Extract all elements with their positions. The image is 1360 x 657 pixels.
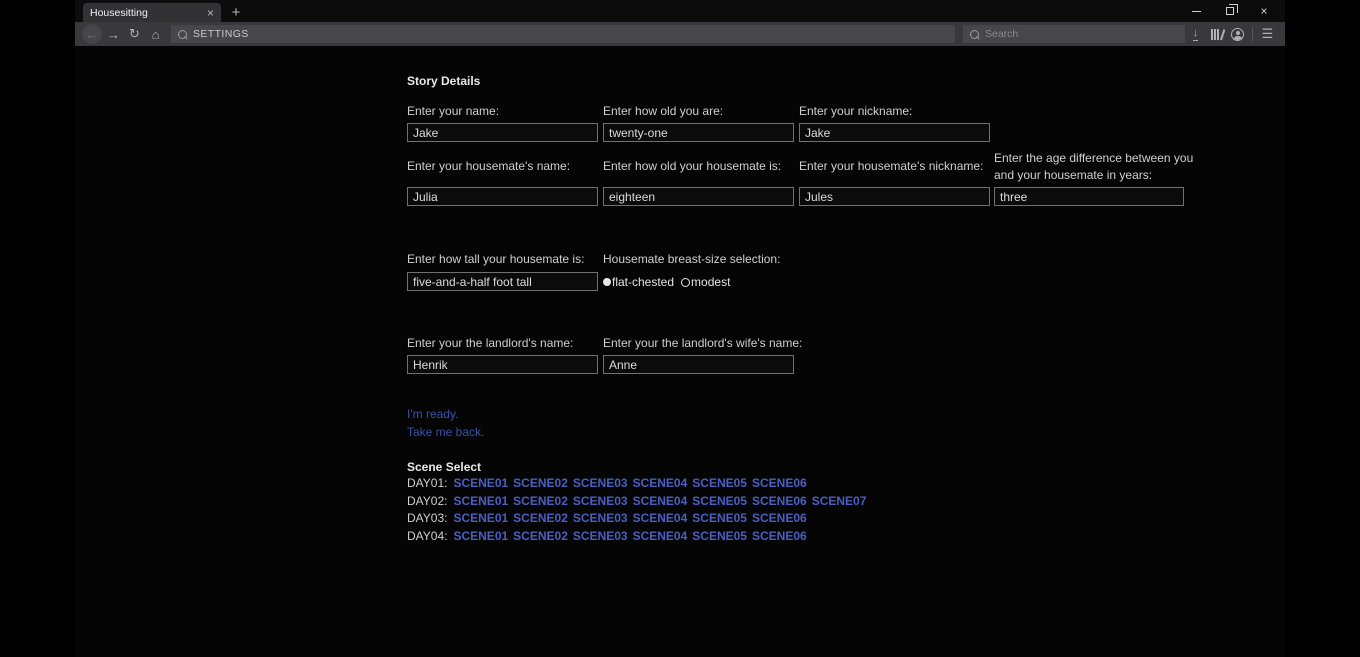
library-button[interactable] [1206,24,1227,44]
day-label: DAY03: [407,511,447,525]
name-label: Enter your name: [407,104,499,118]
library-icon [1211,29,1222,40]
browser-window: Housesitting × + × ← → ↻ ⌂ SETTINGS Sear… [75,0,1285,657]
housemate-name-label: Enter your housemate's name: [407,159,570,173]
age-input[interactable] [603,123,794,142]
restore-button[interactable] [1213,0,1247,22]
scene-row: DAY03: SCENE01 SCENE02 SCENE03 SCENE04 SCENE0… [407,509,871,527]
scene-link-day04-scene01[interactable]: SCENE01 [453,529,508,543]
search-icon [178,30,187,39]
scene-link-day02-scene04[interactable]: SCENE04 [633,494,688,508]
url-bar[interactable]: SETTINGS [171,25,955,43]
age-difference-label: Enter the age difference between you and… [994,150,1194,184]
day-label: DAY04: [407,529,447,543]
radio-option-flat-chested[interactable]: flat-chested [603,275,674,289]
scene-link-day03-scene01[interactable]: SCENE01 [453,511,508,525]
restore-icon [1226,7,1234,15]
close-button[interactable]: × [1247,0,1281,22]
tab-title: Housesitting [90,7,203,19]
im-ready-link[interactable]: I'm ready. [407,407,458,421]
breast-size-radio-group: flat-chested modest [603,275,737,289]
account-icon [1231,28,1244,41]
tab-close-icon[interactable]: × [203,7,214,19]
radio-unselected-icon[interactable] [681,278,690,287]
radio-option-modest[interactable]: modest [681,275,730,289]
landlord-wife-name-label: Enter your the landlord's wife's name: [603,336,802,350]
scene-row: DAY02: SCENE01 SCENE02 SCENE03 SCENE04 SCENE0… [407,492,871,510]
account-button[interactable] [1227,24,1248,44]
housemate-nickname-label: Enter your housemate's nickname: [799,159,983,173]
housemate-age-label: Enter how old your housemate is: [603,159,781,173]
scene-link-day04-scene02[interactable]: SCENE02 [513,529,568,543]
tab-bar: Housesitting × + × [75,0,1285,22]
scene-row: DAY01: SCENE01 SCENE02 SCENE03 SCENE04 SCENE0… [407,474,871,492]
landlord-name-label: Enter your the landlord's name: [407,336,573,350]
housemate-height-label: Enter how tall your housemate is: [407,252,584,266]
scene-link-day03-scene02[interactable]: SCENE02 [513,511,568,525]
age-label: Enter how old you are: [603,104,723,118]
scene-link-day04-scene06[interactable]: SCENE06 [752,529,807,543]
scene-link-day01-scene05[interactable]: SCENE05 [692,476,747,490]
minimize-button[interactable] [1179,0,1213,22]
scene-link-day04-scene03[interactable]: SCENE03 [573,529,628,543]
radio-selected-icon[interactable] [603,278,611,286]
navigation-toolbar: ← → ↻ ⌂ SETTINGS Search ↓ ☰ [75,22,1285,46]
toolbar-separator [1252,27,1253,41]
age-difference-input[interactable] [994,187,1184,206]
name-input[interactable] [407,123,598,142]
take-me-back-link[interactable]: Take me back. [407,425,484,439]
search-placeholder: Search [985,28,1018,40]
scene-link-day02-scene02[interactable]: SCENE02 [513,494,568,508]
scene-link-day02-scene05[interactable]: SCENE05 [692,494,747,508]
day-label: DAY01: [407,476,447,490]
housemate-nickname-input[interactable] [799,187,990,206]
scene-link-day03-scene06[interactable]: SCENE06 [752,511,807,525]
radio-label: modest [691,275,730,289]
housemate-height-input[interactable] [407,272,598,291]
scene-link-day02-scene07[interactable]: SCENE07 [812,494,867,508]
housemate-age-input[interactable] [603,187,794,206]
reload-button[interactable]: ↻ [124,24,145,44]
downloads-button[interactable]: ↓ [1185,24,1206,44]
window-controls: × [1179,0,1281,22]
scene-link-day02-scene03[interactable]: SCENE03 [573,494,628,508]
new-tab-button[interactable]: + [225,2,247,22]
download-icon: ↓ [1193,28,1199,41]
scene-link-day01-scene02[interactable]: SCENE02 [513,476,568,490]
story-details-heading: Story Details [407,74,480,88]
landlord-wife-name-input[interactable] [603,355,794,374]
scene-link-day01-scene04[interactable]: SCENE04 [633,476,688,490]
search-field[interactable]: Search [963,25,1185,43]
page-content: Story Details Enter your name: Enter how… [75,46,1285,657]
tab-housesitting[interactable]: Housesitting × [83,3,221,22]
scene-link-day01-scene06[interactable]: SCENE06 [752,476,807,490]
url-text: SETTINGS [193,28,249,40]
search-icon [970,30,979,39]
nickname-label: Enter your nickname: [799,104,912,118]
menu-button[interactable]: ☰ [1257,24,1278,44]
scene-row: DAY04: SCENE01 SCENE02 SCENE03 SCENE04 SCENE0… [407,527,871,545]
forward-button[interactable]: → [103,24,124,44]
scene-link-day02-scene01[interactable]: SCENE01 [453,494,508,508]
day-label: DAY02: [407,494,447,508]
breast-size-label: Housemate breast-size selection: [603,252,780,266]
scene-link-day02-scene06[interactable]: SCENE06 [752,494,807,508]
scene-link-day03-scene04[interactable]: SCENE04 [633,511,688,525]
nickname-input[interactable] [799,123,990,142]
minimize-icon [1192,11,1201,12]
scene-link-day01-scene03[interactable]: SCENE03 [573,476,628,490]
radio-label: flat-chested [612,275,674,289]
landlord-name-input[interactable] [407,355,598,374]
home-button[interactable]: ⌂ [145,24,166,44]
scene-link-day03-scene03[interactable]: SCENE03 [573,511,628,525]
scene-select-list: DAY01: SCENE01 SCENE02 SCENE03 SCENE04 SCENE0… [407,474,871,545]
scene-link-day04-scene05[interactable]: SCENE05 [692,529,747,543]
scene-link-day04-scene04[interactable]: SCENE04 [633,529,688,543]
housemate-name-input[interactable] [407,187,598,206]
scene-link-day03-scene05[interactable]: SCENE05 [692,511,747,525]
back-button[interactable]: ← [82,24,102,44]
scene-link-day01-scene01[interactable]: SCENE01 [453,476,508,490]
scene-select-heading: Scene Select [407,460,481,474]
